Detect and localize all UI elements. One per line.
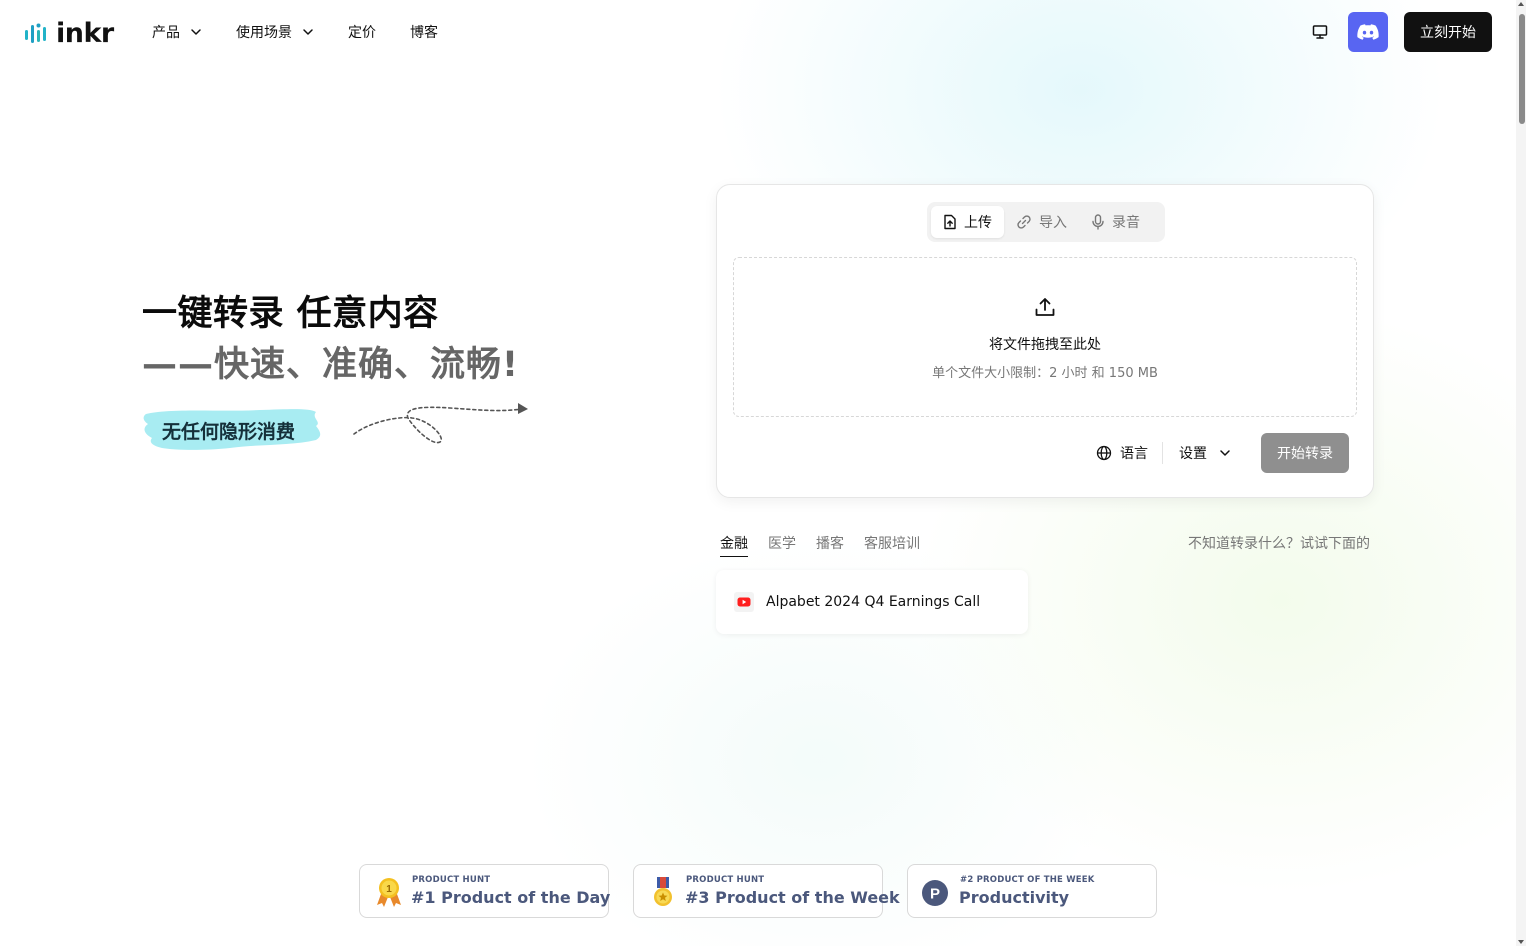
globe-icon (1096, 445, 1112, 461)
dropzone-title: 将文件拖拽至此处 (989, 337, 1101, 353)
nav-item-label: 博客 (410, 25, 438, 41)
product-hunt-icon: P (922, 880, 948, 906)
chevron-down-icon (1220, 450, 1230, 456)
svg-text:1: 1 (386, 884, 392, 895)
settings-dropdown[interactable]: 设置 (1179, 443, 1231, 463)
example-item[interactable]: Alpabet 2024 Q4 Earnings Call (716, 570, 1028, 634)
tab-label: 录音 (1112, 215, 1140, 231)
example-category-tabs: 金融 医学 播客 客服培训 (720, 533, 920, 557)
tab-label: 导入 (1039, 215, 1067, 231)
settings-label: 设置 (1179, 446, 1207, 462)
tab-customer-service[interactable]: 客服培训 (864, 533, 920, 557)
discord-button[interactable] (1348, 12, 1388, 52)
award-title: #1 Product of the Day (411, 888, 611, 907)
link-icon (1017, 215, 1031, 229)
scrollbar-thumb[interactable] (1519, 14, 1525, 124)
upload-card-footer: 语言 设置 开始转录 (1096, 433, 1349, 473)
language-selector[interactable]: 语言 (1096, 442, 1163, 464)
award-title: Productivity (959, 888, 1070, 907)
award-badge-productivity[interactable]: P #2 PRODUCT OF THE WEEK Productivity (907, 864, 1157, 918)
try-examples-hint: 不知道转录什么？试试下面的 (1188, 536, 1370, 552)
top-navbar: inkr 产品 使用场景 定价 博客 立刻开始 (0, 0, 1516, 64)
page-scrollbar[interactable] (1516, 0, 1526, 946)
gold-medal-icon: 1 (377, 878, 401, 907)
dashed-arrow-doodle (353, 403, 528, 444)
bronze-medal-icon (654, 877, 672, 906)
scroll-down-arrow-icon[interactable] (1518, 940, 1524, 944)
nav-item-label: 定价 (348, 25, 376, 41)
award-title: #3 Product of the Week (685, 888, 900, 907)
award-badge-day[interactable]: 1 PRODUCT HUNT #1 Product of the Day (359, 864, 611, 918)
example-title: Alpabet 2024 Q4 Earnings Call (766, 594, 981, 610)
main-nav: 产品 使用场景 定价 博客 (152, 22, 472, 42)
nav-item-products[interactable]: 产品 (152, 22, 202, 42)
brand-name: inkr (56, 18, 114, 49)
hero-title: 一键转录 任意内容 (142, 294, 439, 334)
tab-label: 上传 (964, 215, 992, 231)
upload-mode-tabs: 上传 导入 录音 (927, 202, 1165, 242)
nav-item-label: 使用场景 (236, 25, 292, 41)
nav-item-label: 产品 (152, 25, 180, 41)
tab-import[interactable]: 导入 (1004, 206, 1079, 238)
desktop-app-button[interactable] (1304, 16, 1336, 48)
header-actions: 立刻开始 (1304, 12, 1492, 52)
chevron-down-icon (191, 29, 201, 35)
language-label: 语言 (1120, 446, 1148, 462)
youtube-icon (734, 592, 754, 612)
get-started-button[interactable]: 立刻开始 (1404, 12, 1492, 52)
upload-icon (1035, 298, 1055, 316)
award-kicker: PRODUCT HUNT (412, 875, 491, 885)
svg-text:P: P (930, 886, 940, 903)
monitor-icon (1312, 25, 1328, 39)
tab-upload[interactable]: 上传 (931, 206, 1004, 238)
file-upload-icon (944, 214, 956, 230)
tab-podcast[interactable]: 播客 (816, 533, 844, 557)
hero-subtitle: ——快速、准确、流畅! (142, 345, 519, 385)
chevron-down-icon (303, 29, 313, 35)
scroll-up-arrow-icon[interactable] (1518, 2, 1524, 6)
no-hidden-fees-badge: 无任何隐形消费 (140, 406, 324, 452)
start-transcribe-button[interactable]: 开始转录 (1261, 433, 1349, 473)
badge-label: 无任何隐形消费 (162, 421, 296, 443)
nav-item-pricing[interactable]: 定价 (348, 22, 376, 42)
microphone-icon (1092, 214, 1104, 230)
tab-medicine[interactable]: 医学 (768, 533, 796, 557)
discord-icon (1357, 24, 1379, 40)
file-dropzone[interactable]: 将文件拖拽至此处 单个文件大小限制：2 小时 和 150 MB (733, 257, 1357, 417)
upload-card: 上传 导入 录音 将文件拖拽至此处 单个文件大小限制：2 小时 和 150 MB (716, 184, 1374, 498)
soundwave-icon (25, 23, 46, 43)
file-size-limit: 单个文件大小限制：2 小时 和 150 MB (932, 366, 1158, 381)
nav-item-use-cases[interactable]: 使用场景 (236, 22, 314, 42)
tab-record[interactable]: 录音 (1079, 206, 1152, 238)
brand-logo[interactable]: inkr (24, 18, 114, 49)
tab-finance[interactable]: 金融 (720, 533, 748, 557)
nav-item-blog[interactable]: 博客 (410, 22, 438, 42)
award-kicker: #2 PRODUCT OF THE WEEK (960, 875, 1095, 885)
award-kicker: PRODUCT HUNT (686, 875, 765, 885)
award-badge-week[interactable]: PRODUCT HUNT #3 Product of the Week (633, 864, 900, 918)
